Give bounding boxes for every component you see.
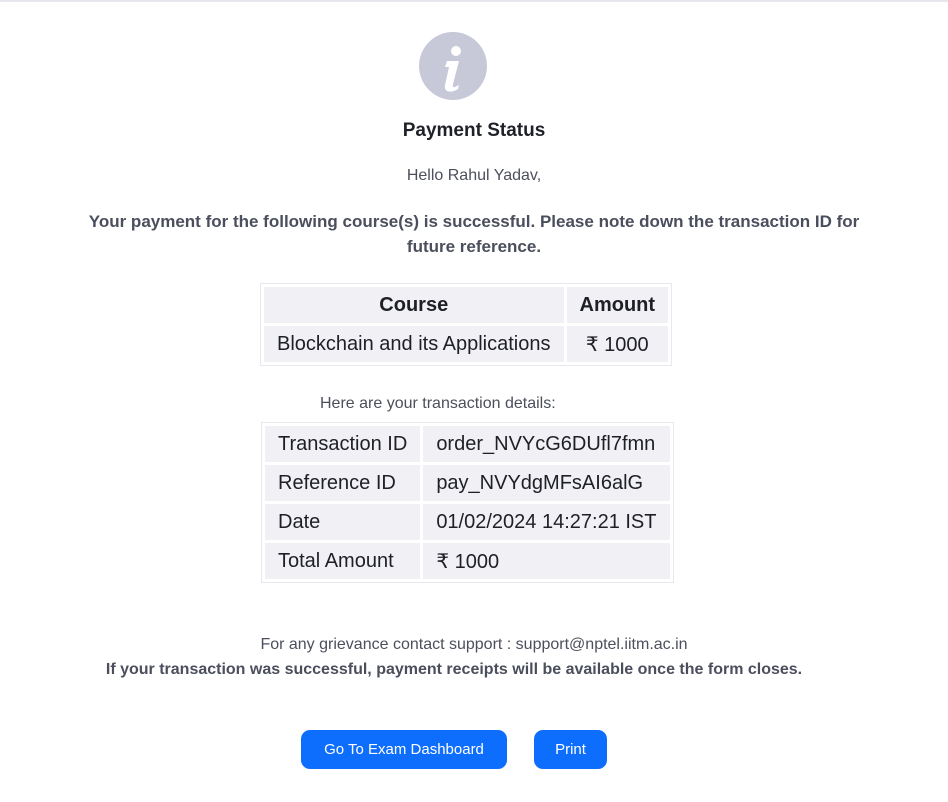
table-row: Date 01/02/2024 14:27:21 IST (265, 504, 670, 540)
course-header: Course (264, 287, 564, 323)
support-contact: For any grievance contact support : supp… (260, 636, 688, 653)
date-label: Date (265, 504, 421, 540)
table-header-row: Course Amount (264, 287, 669, 323)
date-value: 01/02/2024 14:27:21 IST (423, 504, 670, 540)
transaction-id-label: Transaction ID (265, 426, 421, 462)
reference-id-value: pay_NVYdgMFsAI6alG (423, 465, 670, 501)
greeting-text: Hello Rahul Yadav, (406, 167, 542, 184)
success-message: Your payment for the following course(s)… (88, 212, 860, 256)
course-table: Course Amount Blockchain and its Applica… (260, 283, 673, 366)
payment-status-page: Payment Status Hello Rahul Yadav, Your p… (0, 0, 948, 802)
table-row: Reference ID pay_NVYdgMFsAI6alG (265, 465, 670, 501)
course-name: Blockchain and its Applications (264, 326, 564, 362)
table-row: Transaction ID order_NVYcG6DUfl7fmn (265, 426, 670, 462)
transaction-table: Transaction ID order_NVYcG6DUfl7fmn Refe… (261, 422, 674, 583)
go-to-exam-dashboard-button[interactable]: Go To Exam Dashboard (301, 730, 507, 769)
table-row: Blockchain and its Applications ₹ 1000 (264, 326, 669, 362)
transaction-details-intro: Here are your transaction details: (320, 395, 556, 412)
transaction-id-value: order_NVYcG6DUfl7fmn (423, 426, 670, 462)
course-amount: ₹ 1000 (566, 326, 669, 362)
reference-id-label: Reference ID (265, 465, 421, 501)
total-amount-value: ₹ 1000 (423, 543, 670, 579)
print-button[interactable]: Print (534, 730, 607, 769)
info-icon (419, 32, 487, 100)
page-title: Payment Status (402, 120, 546, 141)
top-divider (0, 0, 948, 2)
table-row: Total Amount ₹ 1000 (265, 543, 670, 579)
total-amount-label: Total Amount (265, 543, 421, 579)
receipt-note: If your transaction was successful, paym… (105, 661, 803, 678)
amount-header: Amount (566, 287, 669, 323)
